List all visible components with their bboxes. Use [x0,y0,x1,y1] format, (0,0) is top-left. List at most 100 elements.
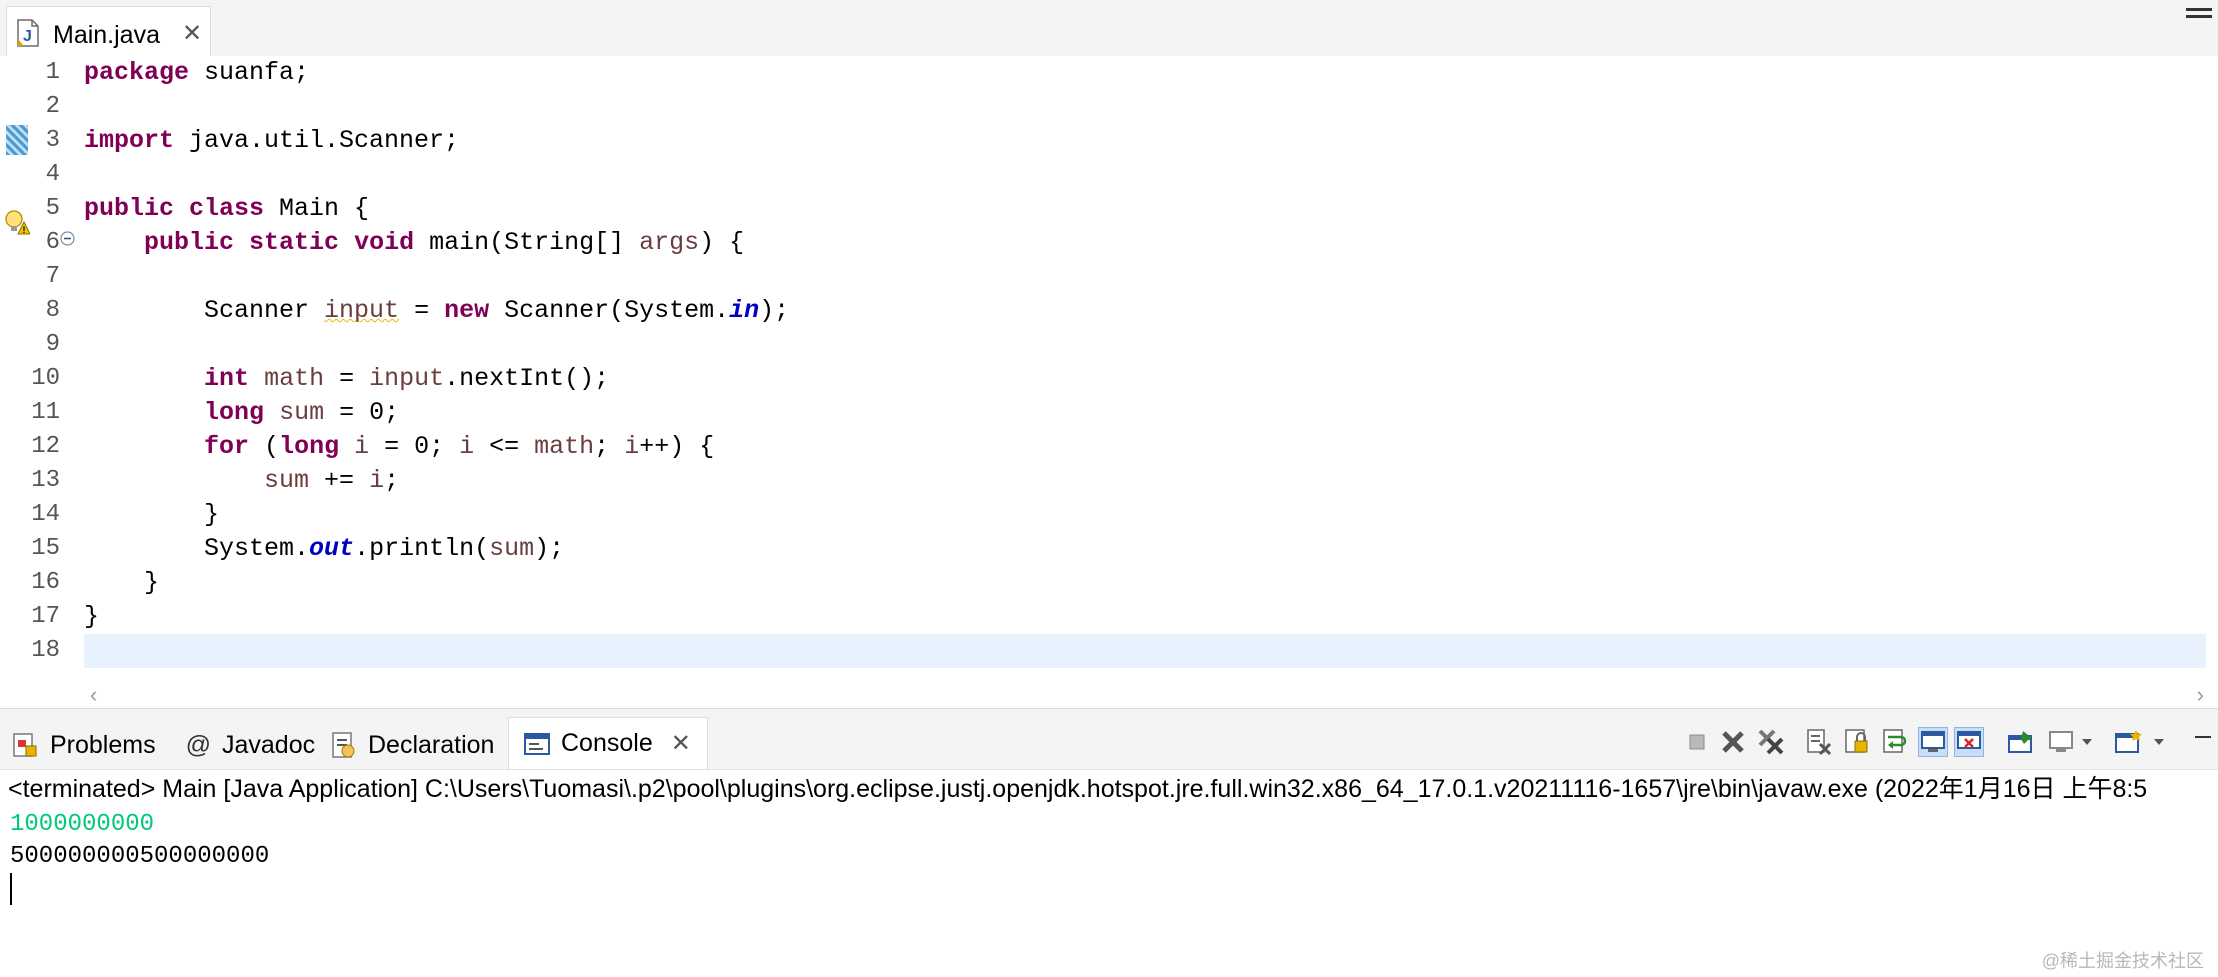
keyword-token: new [444,296,490,325]
code-line[interactable]: long sum = 0; [84,396,2206,430]
code-token: ); [534,534,565,563]
minimize-icon[interactable] [2186,8,2212,18]
overview-ruler: ! [0,56,30,676]
code-line[interactable]: public class Main { [84,192,2206,226]
line-number: 8 [45,297,60,324]
line-number: 14 [31,501,60,528]
code-line[interactable]: } [84,566,2206,600]
code-line[interactable]: Scanner input = new Scanner(System.in); [84,294,2206,328]
code-token: .println( [354,534,490,563]
pin-console-icon[interactable] [2006,727,2036,757]
code-line[interactable]: } [84,498,2206,532]
svg-text:J: J [23,28,32,45]
console-toolbar [0,727,2218,757]
code-line[interactable] [84,90,2206,124]
remove-all-icon[interactable] [1756,727,1786,757]
code-token: suanfa; [189,58,310,87]
keyword-token: class [189,194,265,223]
code-token: } [84,500,220,529]
line-number: 7 [45,263,60,290]
code-line[interactable]: sum += i; [84,464,2206,498]
code-line[interactable] [84,158,2206,192]
line-number: 6 [45,229,60,256]
keyword-token: long [204,398,265,427]
close-icon[interactable]: ✕ [182,22,202,46]
keyword-token: int [204,364,250,393]
word-wrap-icon[interactable] [1880,727,1910,757]
code-line[interactable] [84,260,2206,294]
identifier-token: sum [279,398,325,427]
open-console-icon[interactable] [2114,727,2170,757]
code-line[interactable] [84,634,2206,668]
remove-launch-icon[interactable] [1718,727,1748,757]
code-line[interactable]: public static void main(String[] args) { [84,226,2206,260]
view-menu-icon[interactable] [2188,727,2218,757]
code-token: ( [249,432,280,461]
line-number: 3 [45,127,60,154]
code-token: += [309,466,370,495]
identifier-token: math [264,364,325,393]
code-token: } [84,602,100,631]
line-number: 1 [45,59,60,86]
terminate-icon[interactable] [1682,727,1712,757]
horizontal-scrollbar[interactable]: ‹ › [84,682,2206,707]
show-stderr-icon[interactable] [1954,727,1984,757]
line-number: 5 [45,195,60,222]
identifier-token: i [354,432,370,461]
keyword-token: void [354,228,415,257]
scroll-left-icon[interactable]: ‹ [90,682,97,708]
code-token: Main { [264,194,370,223]
line-number-gutter: 1 2 3 4 5 6 7 8 9 10 11 12 13 14 15 16 17 18 [30,56,82,676]
clear-console-icon[interactable] [1804,727,1834,757]
editor-tab-bar: J Main.java ✕ [0,0,2218,57]
code-token: .nextInt(); [444,364,610,393]
scroll-lock-icon[interactable] [1842,727,1872,757]
code-line[interactable]: System.out.println(sum); [84,532,2206,566]
show-stdout-icon[interactable] [1918,727,1948,757]
search-occurrence-marker[interactable] [6,125,28,155]
warning-bulb-icon[interactable]: ! [4,209,30,235]
code-token: } [84,568,160,597]
console-input-line: 1000000000 [10,811,155,838]
code-token: ; [384,466,400,495]
line-number: 4 [45,161,60,188]
code-token: ; [594,432,625,461]
code-token: <= [474,432,535,461]
text-cursor [10,873,12,905]
code-area[interactable]: package suanfa; import java.util.Scanner;… [84,56,2206,676]
line-number: 12 [31,433,60,460]
code-line[interactable]: for (long i = 0; i <= math; i++) { [84,430,2206,464]
code-token: = 0; [369,432,460,461]
identifier-token: i [369,466,385,495]
identifier-token: in [729,296,760,325]
editor-tab-label: Main.java [53,21,160,49]
code-line[interactable]: package suanfa; [84,56,2206,90]
identifier-token: sum [489,534,535,563]
code-line[interactable]: import java.util.Scanner; [84,124,2206,158]
editor-tab-main-java[interactable]: J Main.java ✕ [6,6,211,57]
console-output-line: 500000000500000000 [10,843,270,870]
display-console-icon[interactable] [2048,727,2098,757]
view-tab-bar: Problems @ Javadoc Declaration Console ✕ [0,709,2218,770]
identifier-token: i [459,432,475,461]
code-line[interactable]: int math = input.nextInt(); [84,362,2206,396]
fold-minus-icon[interactable] [60,231,75,246]
identifier-token: math [534,432,595,461]
code-token: ++) { [639,432,715,461]
code-line[interactable]: } [84,600,2206,634]
code-token: = [324,364,370,393]
code-token: System. [84,534,310,563]
code-line[interactable] [84,328,2206,362]
code-editor[interactable]: ! 1 2 3 4 5 6 7 8 9 10 11 12 13 14 15 16 17 18 package su… [0,56,2218,708]
bottom-views-panel: Problems @ Javadoc Declaration Console ✕… [0,708,2218,977]
scroll-right-icon[interactable]: › [2197,682,2204,708]
keyword-token: public [84,194,175,223]
